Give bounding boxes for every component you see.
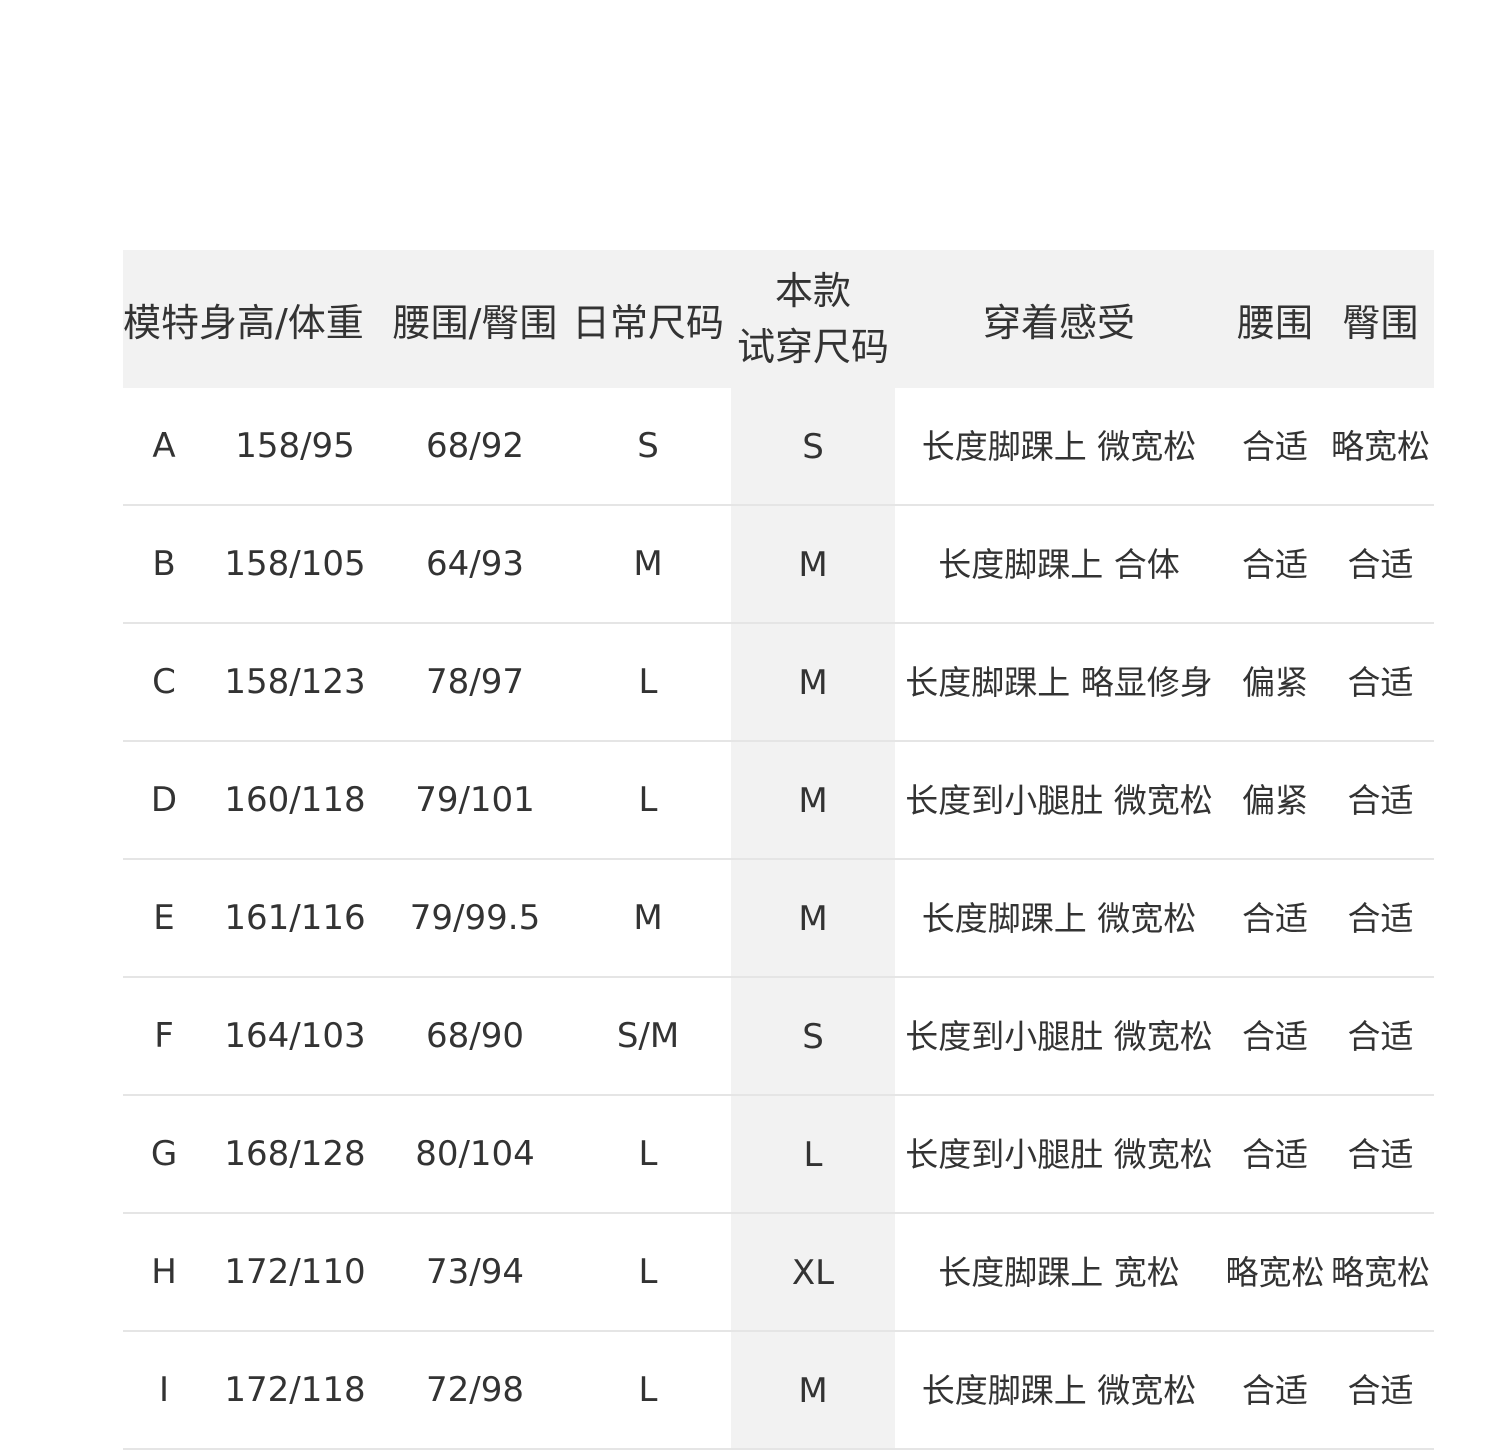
cell-height-weight: 158/123: [224, 662, 366, 702]
table-header-row: 模特身高/体重 腰围/臀围 日常尺码 本款 试穿尺码 穿着感受 腰围 臀围: [123, 250, 1434, 388]
cell-tryon-size: XL: [731, 1214, 895, 1332]
cell-wear-feel: 长度到小腿肚 微宽松: [905, 1017, 1213, 1056]
table-row: F 164/103 68/90 S/M S 长度到小腿肚 微宽松 合适 合适: [123, 978, 1434, 1096]
cell-hip-fit: 合适: [1347, 1017, 1414, 1056]
cell-model: H: [151, 1252, 177, 1292]
cell-waist-fit: 偏紧: [1242, 781, 1308, 820]
cell-tryon-size: M: [731, 742, 895, 860]
cell-daily-size: S: [637, 426, 659, 466]
cell-wear-feel: 长度脚踝上 宽松: [938, 1253, 1180, 1292]
cell-hip-fit: 合适: [1347, 899, 1414, 938]
cell-tryon-size: S: [731, 978, 895, 1096]
header-tryon-size-line2: 试穿尺码: [736, 325, 889, 369]
cell-daily-size: S/M: [616, 1016, 680, 1056]
table-row: H 172/110 73/94 L XL 长度脚踝上 宽松 略宽松 略宽松: [123, 1214, 1434, 1332]
header-waist-fit: 腰围: [1236, 300, 1313, 345]
cell-tryon-size: M: [731, 624, 895, 742]
size-chart-table: 模特身高/体重 腰围/臀围 日常尺码 本款 试穿尺码 穿着感受 腰围 臀围 A …: [123, 250, 1434, 1450]
table-row: E 161/116 79/99.5 M M 长度脚踝上 微宽松 合适 合适: [123, 860, 1434, 978]
header-waist-hip: 腰围/臀围: [392, 300, 558, 345]
cell-waist-fit: 合适: [1242, 545, 1308, 584]
cell-height-weight: 158/105: [224, 544, 366, 584]
table-row: C 158/123 78/97 L M 长度脚踝上 略显修身 偏紧 合适: [123, 624, 1434, 742]
cell-waist-hip: 68/90: [426, 1016, 524, 1056]
cell-model: G: [150, 1134, 178, 1174]
table-row: I 172/118 72/98 L M 长度脚踝上 微宽松 合适 合适: [123, 1332, 1434, 1450]
cell-model: C: [152, 662, 176, 702]
cell-waist-fit: 合适: [1242, 899, 1308, 938]
cell-model: E: [153, 898, 175, 938]
cell-model: A: [152, 426, 176, 466]
cell-daily-size: L: [638, 780, 658, 820]
cell-waist-fit: 合适: [1242, 1135, 1308, 1174]
cell-height-weight: 168/128: [224, 1134, 366, 1174]
cell-tryon-size: M: [731, 1332, 895, 1450]
cell-daily-size: L: [638, 1134, 658, 1174]
cell-model: B: [152, 544, 176, 584]
header-tryon-size: 本款 试穿尺码: [731, 250, 895, 388]
cell-waist-hip: 79/101: [415, 780, 535, 820]
cell-wear-feel: 长度到小腿肚 微宽松: [905, 1135, 1213, 1174]
cell-daily-size: L: [638, 1370, 658, 1410]
header-tryon-size-line1: 本款: [774, 269, 851, 313]
cell-model: F: [154, 1016, 174, 1056]
cell-waist-hip: 78/97: [426, 662, 524, 702]
cell-waist-hip: 72/98: [426, 1370, 524, 1410]
cell-waist-hip: 73/94: [426, 1252, 524, 1292]
table-row: A 158/95 68/92 S S 长度脚踝上 微宽松 合适 略宽松: [123, 388, 1434, 506]
cell-wear-feel: 长度脚踝上 微宽松: [921, 427, 1197, 466]
cell-height-weight: 160/118: [224, 780, 366, 820]
cell-waist-fit: 偏紧: [1242, 663, 1308, 702]
cell-height-weight: 161/116: [224, 898, 366, 938]
cell-hip-fit: 合适: [1347, 781, 1414, 820]
cell-tryon-size: L: [731, 1096, 895, 1214]
cell-hip-fit: 略宽松: [1331, 427, 1430, 466]
cell-daily-size: M: [633, 544, 663, 584]
cell-wear-feel: 长度脚踝上 略显修身: [905, 663, 1213, 702]
cell-tryon-size: M: [731, 506, 895, 624]
header-model-height-weight: 模特身高/体重: [123, 300, 364, 345]
header-wear-feel: 穿着感受: [982, 300, 1135, 345]
cell-tryon-size: S: [731, 388, 895, 506]
cell-wear-feel: 长度脚踝上 合体: [938, 545, 1180, 584]
cell-daily-size: M: [633, 898, 663, 938]
cell-hip-fit: 合适: [1347, 663, 1414, 702]
cell-waist-hip: 68/92: [426, 426, 524, 466]
cell-waist-hip: 64/93: [426, 544, 524, 584]
cell-waist-fit: 合适: [1242, 1371, 1308, 1410]
cell-model: I: [158, 1370, 170, 1410]
cell-hip-fit: 合适: [1347, 1135, 1414, 1174]
cell-hip-fit: 略宽松: [1331, 1253, 1430, 1292]
cell-wear-feel: 长度脚踝上 微宽松: [921, 899, 1197, 938]
cell-waist-fit: 合适: [1242, 1017, 1308, 1056]
cell-daily-size: L: [638, 662, 658, 702]
cell-hip-fit: 合适: [1347, 1371, 1414, 1410]
table-row: D 160/118 79/101 L M 长度到小腿肚 微宽松 偏紧 合适: [123, 742, 1434, 860]
table-row: G 168/128 80/104 L L 长度到小腿肚 微宽松 合适 合适: [123, 1096, 1434, 1214]
cell-height-weight: 164/103: [224, 1016, 366, 1056]
cell-waist-hip: 80/104: [415, 1134, 535, 1174]
header-daily-size: 日常尺码: [571, 300, 724, 345]
cell-height-weight: 172/118: [224, 1370, 366, 1410]
cell-height-weight: 172/110: [224, 1252, 366, 1292]
cell-waist-hip: 79/99.5: [409, 898, 541, 938]
cell-waist-fit: 略宽松: [1225, 1253, 1325, 1292]
cell-wear-feel: 长度脚踝上 微宽松: [921, 1371, 1197, 1410]
cell-wear-feel: 长度到小腿肚 微宽松: [905, 781, 1213, 820]
cell-waist-fit: 合适: [1242, 427, 1308, 466]
header-hip-fit: 臀围: [1342, 300, 1419, 345]
table-row: B 158/105 64/93 M M 长度脚踝上 合体 合适 合适: [123, 506, 1434, 624]
cell-daily-size: L: [638, 1252, 658, 1292]
cell-hip-fit: 合适: [1347, 545, 1414, 584]
cell-tryon-size: M: [731, 860, 895, 978]
cell-model: D: [150, 780, 178, 820]
cell-height-weight: 158/95: [235, 426, 355, 466]
